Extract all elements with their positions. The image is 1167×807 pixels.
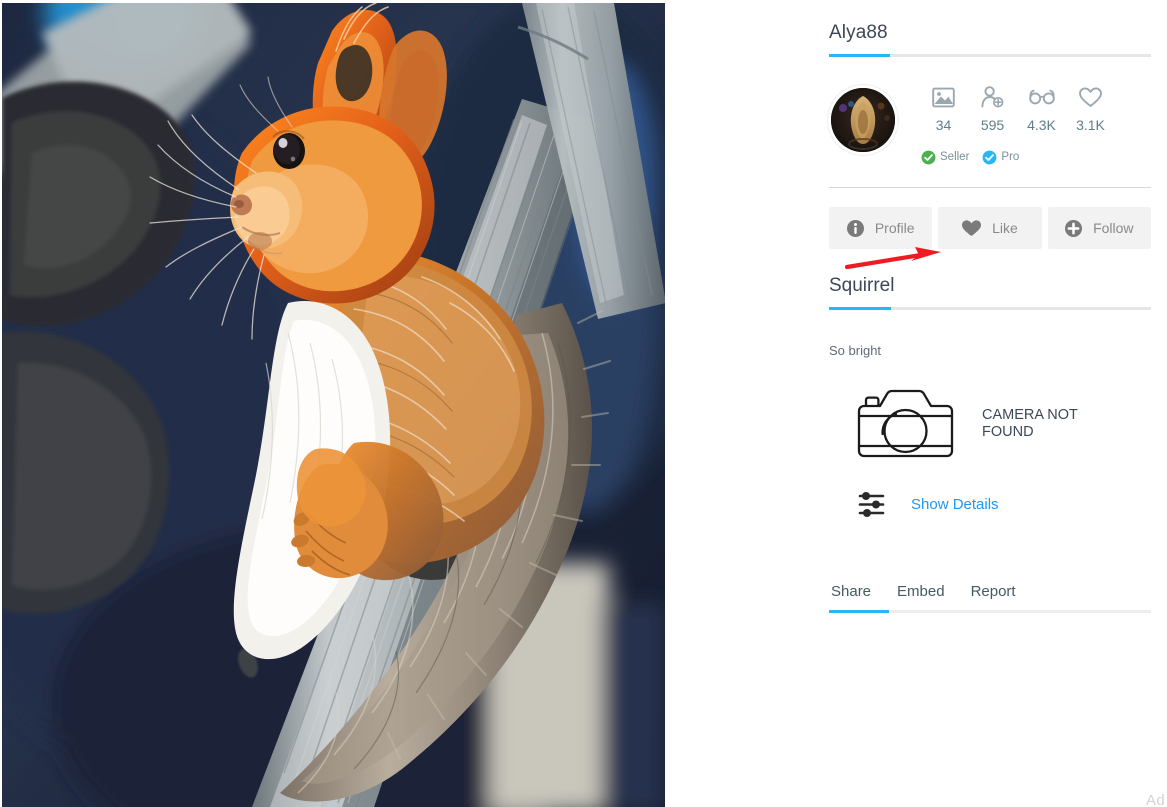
share-tabs-underline — [829, 610, 1151, 613]
stat-photos: 34 — [919, 84, 968, 133]
tab-report[interactable]: Report — [971, 583, 1016, 601]
badges-row: Seller Pro — [921, 150, 1115, 165]
plus-circle-icon — [1065, 219, 1083, 237]
person-add-icon — [968, 84, 1017, 110]
show-details-link[interactable]: Show Details — [911, 496, 999, 514]
photo-title-underline — [829, 307, 1151, 310]
camera-not-found-text: CAMERA NOT FOUND — [982, 406, 1078, 440]
stat-likes-value: 3.1K — [1076, 117, 1105, 133]
stat-views-value: 4.3K — [1027, 117, 1056, 133]
username-underline — [829, 54, 1151, 57]
stats-row: 34 595 4.3K 3.1K — [919, 84, 1115, 133]
stat-views: 4.3K — [1017, 84, 1066, 133]
profile-button[interactable]: Profile — [829, 207, 933, 249]
avatar-image — [831, 88, 895, 152]
stat-followers: 595 — [968, 84, 1017, 133]
check-circle-icon — [982, 150, 997, 165]
like-button-label: Like — [992, 220, 1018, 236]
badge-seller-label: Seller — [940, 151, 970, 163]
tab-share[interactable]: Share — [831, 583, 871, 601]
check-circle-icon — [921, 150, 936, 165]
heart-icon — [1066, 84, 1115, 110]
exif-camera-block: CAMERA NOT FOUND — [829, 387, 1151, 460]
photo-info-panel: Alya88 34 595 4.3K 3.1K Seller Pro Profi… — [829, 0, 1151, 807]
stat-followers-value: 595 — [980, 117, 1005, 133]
photo-title: Squirrel — [829, 275, 895, 296]
sliders-icon — [858, 492, 885, 517]
info-icon — [846, 219, 864, 237]
follow-button[interactable]: Follow — [1047, 207, 1151, 249]
profile-divider — [829, 187, 1151, 188]
profile-button-label: Profile — [874, 220, 915, 236]
action-buttons: Profile Like Follow — [829, 207, 1151, 249]
share-tabs: Share Embed Report — [829, 583, 1151, 601]
stat-photos-value: 34 — [935, 117, 952, 133]
badge-pro-label: Pro — [1001, 151, 1020, 163]
tab-embed[interactable]: Embed — [897, 583, 945, 601]
heart-filled-icon — [962, 219, 982, 236]
camera-outline-icon — [857, 389, 954, 458]
photo-description: So bright — [829, 343, 882, 358]
username-text: Alya88 — [829, 22, 888, 43]
ad-watermark: Ad — [1146, 792, 1165, 807]
squirrel-photograph — [2, 3, 665, 807]
like-button[interactable]: Like — [938, 207, 1042, 249]
badge-seller[interactable]: Seller — [921, 150, 969, 165]
photo-viewer[interactable] — [2, 3, 665, 807]
image-icon — [919, 84, 968, 110]
username-header: Alya88 — [829, 0, 1151, 57]
photo-detail-page: Alya88 34 595 4.3K 3.1K Seller Pro Profi… — [0, 0, 1167, 807]
stats-and-badges: 34 595 4.3K 3.1K Seller Pro — [919, 82, 1115, 165]
share-tabs-block: Share Embed Report — [829, 583, 1151, 613]
glasses-icon — [1017, 84, 1066, 110]
red-arrow-pointer — [845, 247, 941, 270]
profile-summary: 34 595 4.3K 3.1K Seller Pro — [829, 82, 1151, 270]
follow-button-label: Follow — [1093, 220, 1134, 236]
stat-likes: 3.1K — [1066, 84, 1115, 133]
user-avatar[interactable] — [831, 88, 895, 152]
show-details-row[interactable]: Show Details — [829, 491, 1151, 518]
badge-pro[interactable]: Pro — [982, 150, 1019, 165]
